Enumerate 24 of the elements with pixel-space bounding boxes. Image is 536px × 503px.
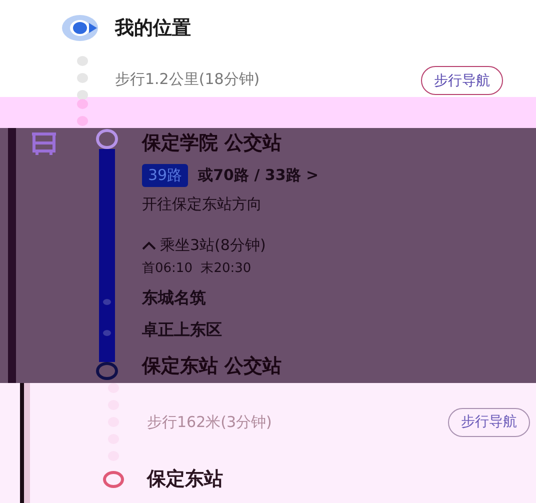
walk-navigation-button[interactable]: 步行导航 — [448, 408, 530, 436]
intermediate-stop: 卓正上东区 — [142, 320, 223, 341]
route-dot — [76, 99, 88, 109]
alighting-stop: 保定东站 公交站 — [142, 354, 283, 379]
origin-name: 我的位置 — [115, 16, 191, 41]
route-dot — [76, 73, 88, 83]
route-dot — [76, 56, 88, 66]
direction-text: 开往保定东站方向 — [142, 195, 263, 214]
destination-name: 保定东站 — [147, 467, 223, 492]
walk-info: 步行1.2公里(18分钟) — [115, 70, 260, 89]
route-dot — [108, 383, 118, 393]
route-dot — [76, 116, 88, 126]
intermediate-stop: 东城名筑 — [142, 288, 207, 309]
alternative-routes[interactable]: 或70路 / 33路 > — [198, 166, 319, 185]
ride-toggle[interactable]: 乘坐3站(8分钟) — [142, 236, 319, 255]
service-hours: 首06:10 末20:30 — [142, 260, 252, 277]
route-dot — [76, 90, 88, 100]
walk-navigation-button[interactable]: 步行导航 — [421, 66, 503, 95]
boarding-stop: 保定学院 公交站 — [142, 131, 283, 156]
destination-ring-icon — [102, 470, 124, 488]
chevron-icon — [142, 240, 156, 250]
walk-info: 步行162米(3分钟) — [147, 412, 272, 432]
stop-ring-icon — [96, 362, 118, 380]
route-badge[interactable]: 39路 — [142, 164, 188, 187]
